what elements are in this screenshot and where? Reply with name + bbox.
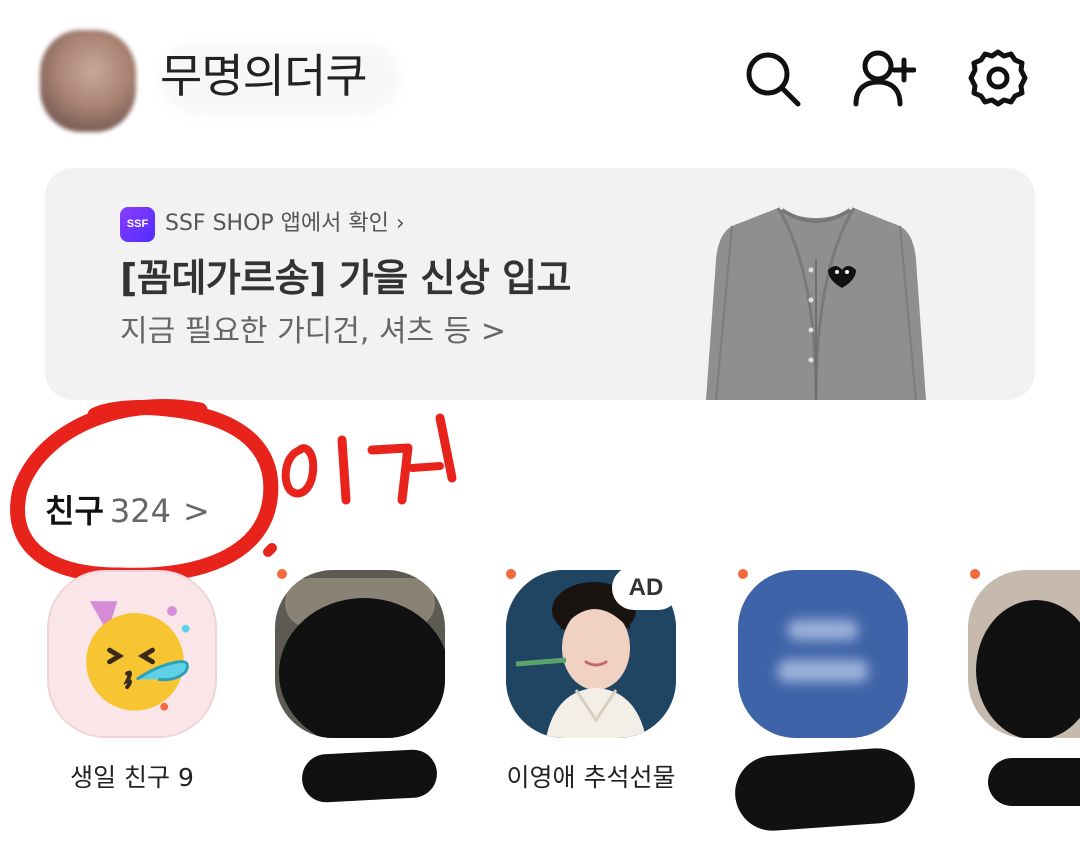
ad-source-link[interactable]: SSF SHOP 앱에서 확인 › bbox=[165, 206, 405, 242]
friend-photo bbox=[968, 570, 1080, 738]
profile-avatar[interactable] bbox=[40, 30, 136, 132]
friend-photo bbox=[275, 570, 445, 738]
redaction-mark bbox=[988, 758, 1080, 806]
cardigan-product-image bbox=[700, 200, 932, 400]
profile-nickname[interactable]: 무명의더쿠 bbox=[160, 48, 368, 104]
friends-count: 324 bbox=[109, 492, 171, 530]
new-dot bbox=[738, 569, 748, 579]
redaction-mark bbox=[300, 748, 439, 804]
new-dot bbox=[970, 569, 980, 579]
friend-photo bbox=[738, 570, 908, 738]
ad-subtitle: 지금 필요한 가디건, 셔츠 등 > bbox=[120, 314, 506, 349]
ad-banner[interactable]: SSF SSF SHOP 앱에서 확인 › [꼼데가르송] 가을 신상 입고 지… bbox=[45, 168, 1035, 400]
new-dot bbox=[277, 569, 287, 579]
ad-badge: AD bbox=[612, 566, 680, 610]
friends-header[interactable]: 친구 324 > bbox=[45, 487, 210, 535]
ssf-logo: SSF bbox=[120, 207, 155, 242]
ad-title: [꼼데가르송] 가을 신상 입고 bbox=[120, 256, 571, 300]
friends-label: 친구 bbox=[45, 492, 104, 530]
friend-name: 이영애 추석선물 bbox=[506, 763, 676, 792]
friend-name: 생일 친구 9 bbox=[70, 763, 194, 792]
party-face-icon bbox=[47, 570, 217, 738]
chevron-right-icon: > bbox=[182, 492, 210, 530]
add-friend-icon[interactable] bbox=[852, 46, 917, 110]
redaction-mark bbox=[732, 745, 918, 834]
new-dot bbox=[506, 569, 516, 579]
search-icon[interactable] bbox=[740, 46, 804, 110]
settings-icon[interactable] bbox=[966, 46, 1030, 110]
